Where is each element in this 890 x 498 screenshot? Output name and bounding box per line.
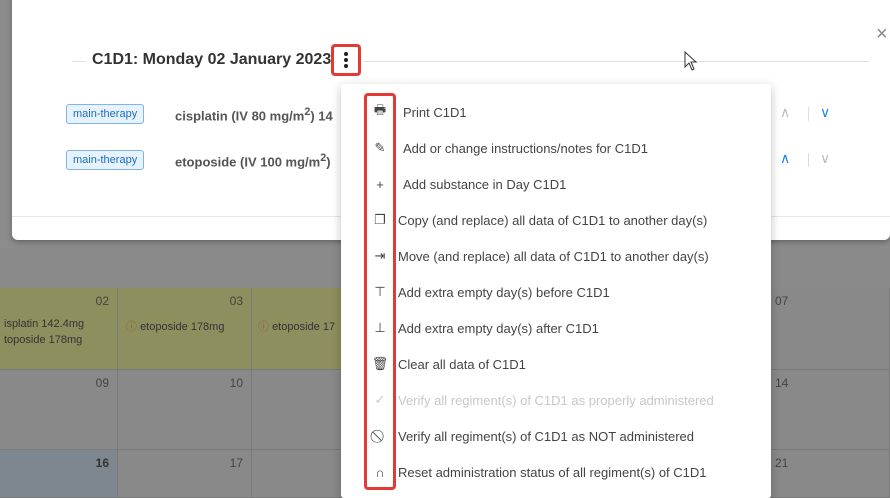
menu-item-insert-before[interactable]: ⊤ Add extra empty day(s) before C1D1	[341, 274, 771, 310]
day-number: 21	[775, 456, 789, 470]
drug-label: cisplatin (IV 80 mg/m2) 14	[175, 106, 333, 123]
move-up-icon[interactable]: ∧	[780, 150, 790, 167]
menu-item-label: Clear all data of C1D1	[398, 356, 526, 372]
info-icon: ⓘ	[126, 321, 141, 333]
menu-item-block[interactable]: ⃠Verify all regiment(s) of C1D1 as NOT a…	[341, 418, 771, 454]
calendar-day-cell[interactable]: 09	[0, 370, 118, 450]
menu-item-copy[interactable]: ❐ Copy (and replace) all data of C1D1 to …	[341, 202, 771, 238]
info-icon: ⓘ	[258, 321, 273, 333]
menu-item-trash[interactable]: 🗑 Clear all data of C1D1	[341, 346, 771, 382]
menu-item-label: Copy (and replace) all data of C1D1 to a…	[398, 212, 708, 228]
calendar-day-cell[interactable]: 10	[118, 370, 252, 450]
day-number: 02	[95, 294, 109, 308]
day-number: 03	[229, 294, 243, 308]
calendar-day-cell[interactable]: 17	[118, 450, 252, 498]
menu-item-reset[interactable]: ∩ Reset administration status of all regi…	[341, 454, 771, 490]
menu-item-label: Move (and replace) all data of C1D1 to a…	[398, 248, 709, 264]
calendar-event[interactable]: ⓘ etoposide 178mg	[126, 318, 224, 334]
menu-item-move[interactable]: ⇥ Move (and replace) all data of C1D1 to …	[341, 238, 771, 274]
move-down-icon[interactable]: ∨	[820, 104, 830, 121]
title-divider	[72, 61, 86, 62]
therapy-tag: main-therapy	[66, 104, 145, 124]
menu-item-label: Verify all regiment(s) of C1D1 as proper…	[398, 392, 714, 408]
calendar-day-cell[interactable]: 16	[0, 450, 118, 498]
kebab-dot	[344, 52, 348, 56]
calendar-event-label: etoposide 178mg	[140, 321, 225, 333]
kebab-dot	[344, 58, 348, 62]
close-icon[interactable]: ×	[876, 24, 888, 44]
calendar-event-label: etoposide 17	[272, 321, 336, 333]
day-number: 14	[775, 376, 789, 390]
calendar-day-cell[interactable]	[252, 450, 342, 498]
regimen-row[interactable]: main-therapy	[66, 148, 145, 172]
move-up-icon[interactable]: ∧	[780, 104, 790, 121]
regimen-row[interactable]: main-therapy	[66, 102, 145, 126]
menu-item-label: Add extra empty day(s) after C1D1	[398, 320, 599, 336]
drug-label-text: etoposide (IV 100 mg/m	[175, 154, 321, 170]
day-number: 07	[775, 294, 789, 308]
calendar-event[interactable]: toposide 178mg	[4, 334, 82, 346]
calendar-event[interactable]: ⓘ etoposide 17	[258, 318, 335, 334]
drug-label: etoposide (IV 100 mg/m2)	[175, 152, 331, 169]
calendar-day-cell[interactable]: 21	[771, 450, 890, 498]
menu-item-pencil[interactable]: ✎ Add or change instructions/notes for C1…	[341, 130, 771, 166]
menu-item-label: Add substance in Day C1D1	[403, 176, 567, 192]
calendar-day-cell[interactable]	[252, 370, 342, 450]
divider	[808, 107, 809, 121]
calendar-day-cell[interactable]: ⓘ etoposide 17	[252, 288, 342, 370]
day-number: 09	[95, 376, 109, 390]
menu-item-insert-after[interactable]: ⊥ Add extra empty day(s) after C1D1	[341, 310, 771, 346]
drug-label-suffix: )	[326, 154, 331, 170]
page-title: C1D1: Monday 02 January 2023	[92, 51, 332, 68]
mouse-cursor-icon	[684, 51, 698, 71]
day-number: 10	[229, 376, 243, 390]
menu-item-label: Add extra empty day(s) before C1D1	[398, 284, 610, 300]
calendar-event[interactable]: isplatin 142.4mg	[4, 318, 84, 330]
divider	[808, 153, 809, 167]
drug-label-text: cisplatin (IV 80 mg/m	[175, 108, 305, 124]
day-number: 17	[229, 456, 243, 470]
calendar-day-cell[interactable]: 14	[771, 370, 890, 450]
more-options-button[interactable]	[331, 44, 361, 76]
menu-item-printer[interactable]: 🖶 Print C1D1	[341, 94, 771, 130]
calendar-day-cell[interactable]: 02 isplatin 142.4mg toposide 178mg	[0, 288, 118, 370]
menu-icons-highlight	[364, 93, 396, 490]
menu-item-label: Add or change instructions/notes for C1D…	[403, 140, 648, 156]
calendar-day-cell[interactable]: 07	[771, 288, 890, 370]
menu-item-label: Verify all regiment(s) of C1D1 as NOT ad…	[398, 428, 694, 444]
menu-item-check: ✓ Verify all regiment(s) of C1D1 as prope…	[341, 382, 771, 418]
kebab-dot	[344, 64, 348, 68]
menu-item-label: Reset administration status of all regim…	[398, 464, 707, 480]
menu-item-label: Print C1D1	[403, 104, 467, 120]
drug-label-suffix: ) 14	[310, 108, 333, 124]
menu-item-plus[interactable]: + Add substance in Day C1D1	[341, 166, 771, 202]
move-down-icon[interactable]: ∨	[820, 150, 830, 167]
therapy-tag: main-therapy	[66, 150, 145, 170]
title-divider	[364, 61, 869, 62]
day-number: 16	[95, 456, 109, 470]
calendar-day-cell[interactable]: 03 ⓘ etoposide 178mg	[118, 288, 252, 370]
